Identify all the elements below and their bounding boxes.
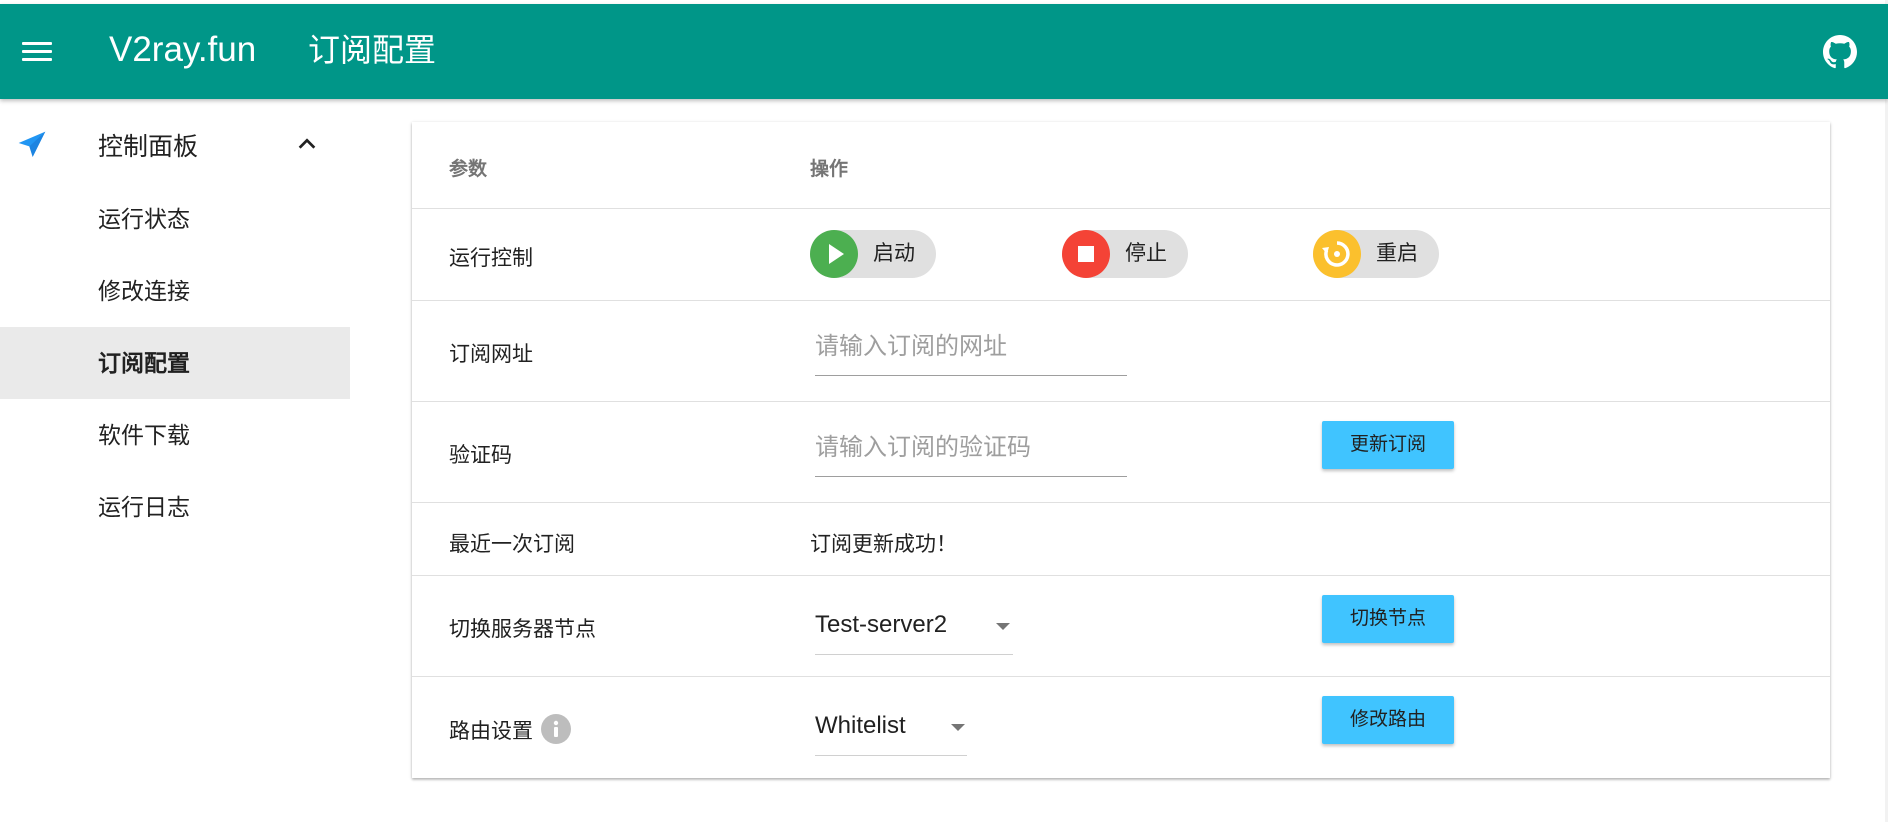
sidebar-item-label: 软件下载 <box>98 422 190 448</box>
sidebar-item-run-log[interactable]: 运行日志 <box>0 471 350 543</box>
dropdown-arrow-icon <box>951 724 965 731</box>
dropdown-arrow-icon <box>996 623 1010 630</box>
sidebar-item-software-download[interactable]: 软件下载 <box>0 399 350 471</box>
sidebar-item-subscription-config[interactable]: 订阅配置 <box>0 327 350 399</box>
start-label: 启动 <box>873 242 915 265</box>
header-action: 操作 <box>810 159 849 180</box>
sidebar: 控制面板 运行状态 修改连接 订阅配置 软件下载 运行日志 <box>0 99 350 822</box>
sidebar-item-edit-connection[interactable]: 修改连接 <box>0 255 350 327</box>
sidebar-item-run-status[interactable]: 运行状态 <box>0 183 350 255</box>
start-button[interactable]: 启动 <box>810 230 936 278</box>
table-row: 运行控制 启动 停止 重启 <box>412 209 1830 301</box>
play-icon <box>810 230 858 278</box>
table-header: 参数 操作 <box>412 122 1830 209</box>
restart-label: 重启 <box>1376 242 1418 265</box>
sidebar-item-label: 运行状态 <box>98 206 190 232</box>
update-subscription-button[interactable]: 更新订阅 <box>1322 421 1454 469</box>
stop-label: 停止 <box>1125 242 1167 265</box>
table-row: 验证码 更新订阅 <box>412 402 1830 503</box>
table-row: 路由设置 Whitelist 修改路由 <box>412 677 1830 778</box>
table-row: 最近一次订阅 订阅更新成功！ <box>412 503 1830 576</box>
server-node-value: Test-server2 <box>815 611 948 638</box>
captcha-label: 验证码 <box>449 444 512 467</box>
sidebar-item-label: 修改连接 <box>98 278 190 304</box>
sidebar-item-label: 订阅配置 <box>98 350 190 376</box>
server-node-label: 切换服务器节点 <box>449 618 596 641</box>
captcha-input[interactable] <box>815 434 1115 462</box>
server-node-select[interactable]: Test-server2 <box>815 596 1013 655</box>
settings-table: 参数 操作 运行控制 启动 停止 重启 订阅网址 请输入订阅的网址 验证码 请输… <box>412 122 1830 778</box>
info-icon[interactable] <box>541 714 571 744</box>
restart-icon <box>1313 230 1361 278</box>
header-param: 参数 <box>449 159 488 180</box>
chevron-up-icon[interactable] <box>296 133 318 155</box>
menu-icon[interactable] <box>22 42 52 62</box>
last-sub-label: 最近一次订阅 <box>449 533 575 556</box>
sub-url-input[interactable] <box>815 333 1115 361</box>
app-bar: V2ray.fun 订阅配置 <box>0 4 1888 99</box>
page-title: 订阅配置 <box>308 32 437 68</box>
route-value: Whitelist <box>815 712 906 739</box>
stop-button[interactable]: 停止 <box>1062 230 1188 278</box>
github-icon[interactable] <box>1823 35 1857 69</box>
run-control-label: 运行控制 <box>449 247 533 270</box>
sub-url-field[interactable] <box>815 313 1127 376</box>
sub-url-label: 订阅网址 <box>449 343 533 366</box>
send-icon <box>18 131 46 157</box>
restart-button[interactable]: 重启 <box>1313 230 1439 278</box>
sidebar-group-label: 控制面板 <box>98 133 199 161</box>
sidebar-group-control-panel[interactable]: 控制面板 <box>0 111 350 183</box>
route-select[interactable]: Whitelist <box>815 697 967 756</box>
sidebar-item-label: 运行日志 <box>98 494 190 520</box>
table-row: 切换服务器节点 Test-server2 切换节点 <box>412 576 1830 677</box>
last-sub-status: 订阅更新成功！ <box>810 533 957 556</box>
table-row: 订阅网址 <box>412 301 1830 402</box>
change-route-button[interactable]: 修改路由 <box>1322 696 1454 744</box>
captcha-field[interactable] <box>815 414 1127 477</box>
stop-icon <box>1062 230 1110 278</box>
app-brand[interactable]: V2ray.fun <box>109 28 256 72</box>
switch-node-button[interactable]: 切换节点 <box>1322 595 1454 643</box>
route-label: 路由设置 <box>449 720 533 743</box>
